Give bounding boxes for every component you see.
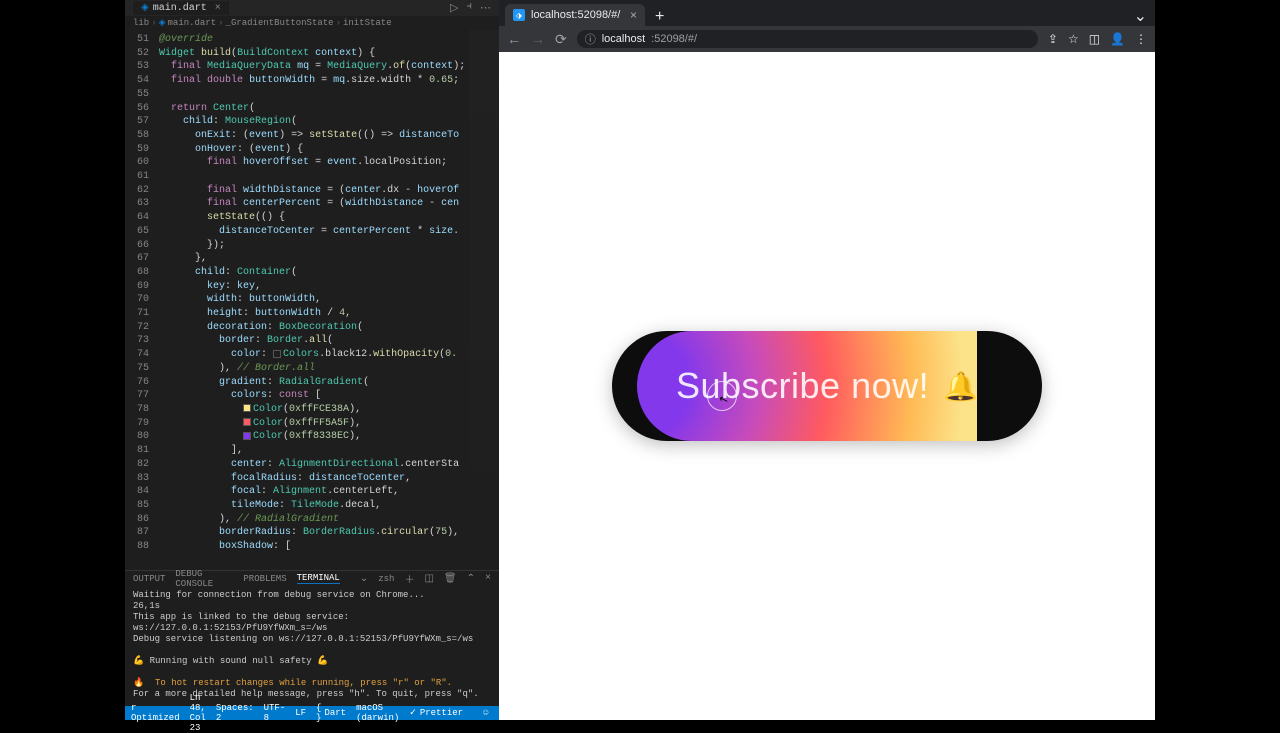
reload-button[interactable]: ⟳ bbox=[555, 31, 567, 48]
tab-output[interactable]: OUTPUT bbox=[133, 574, 165, 584]
status-eol[interactable]: LF bbox=[295, 708, 306, 718]
status-prettier[interactable]: ✓ Prettier bbox=[409, 708, 463, 718]
bookmark-icon[interactable]: ☆ bbox=[1068, 32, 1079, 46]
address-bar[interactable]: ⓘ localhost :52098/#/ bbox=[577, 30, 1038, 48]
tab-filename: main.dart bbox=[153, 3, 207, 14]
tabs-dropdown-icon[interactable]: ⌄ bbox=[1126, 6, 1155, 26]
status-encoding[interactable]: UTF-8 bbox=[264, 703, 286, 723]
vscode-editor: ◈ main.dart × ▷ ⫞ ⋯ lib› ◈main.dart› _Gr… bbox=[125, 0, 499, 720]
split-editor-icon[interactable]: ⫞ bbox=[467, 1, 473, 15]
chrome-window: ⬗ localhost:52098/#/ × + ⌄ ← → ⟳ ⓘ local… bbox=[499, 0, 1155, 720]
code-editor[interactable]: 5152535455565758596061626364656667686970… bbox=[125, 30, 499, 570]
new-terminal-icon[interactable]: ＋ bbox=[404, 571, 414, 587]
back-button[interactable]: ← bbox=[507, 31, 521, 47]
breadcrumb-seg[interactable]: main.dart bbox=[168, 18, 217, 28]
breadcrumb[interactable]: lib› ◈main.dart› _GradientButtonState› i… bbox=[125, 16, 499, 30]
dart-file-icon: ◈ bbox=[141, 2, 149, 14]
close-icon[interactable]: × bbox=[630, 8, 637, 22]
breadcrumb-seg[interactable]: initState bbox=[343, 18, 392, 28]
tab-terminal[interactable]: TERMINAL bbox=[297, 573, 340, 584]
terminal-dropdown-icon[interactable]: ⌄ bbox=[360, 573, 368, 585]
trash-icon[interactable]: 🗑 bbox=[444, 573, 457, 585]
file-tab-main-dart[interactable]: ◈ main.dart × bbox=[133, 1, 229, 15]
split-terminal-icon[interactable]: ◫ bbox=[424, 573, 433, 585]
flutter-favicon-icon: ⬗ bbox=[513, 9, 525, 21]
status-target[interactable]: macOS (darwin) bbox=[356, 703, 399, 723]
status-language[interactable]: { } Dart bbox=[316, 703, 346, 723]
status-optimized[interactable]: r Optimized bbox=[131, 703, 180, 723]
terminal-output[interactable]: Waiting for connection from debug servic… bbox=[125, 586, 499, 706]
url-rest: :52098/#/ bbox=[651, 33, 697, 45]
close-panel-icon[interactable]: × bbox=[485, 573, 491, 584]
browser-tab-strip: ⬗ localhost:52098/#/ × + ⌄ bbox=[499, 0, 1155, 26]
status-indent[interactable]: Spaces: 2 bbox=[216, 703, 254, 723]
close-icon[interactable]: × bbox=[215, 3, 221, 14]
status-bar: r Optimized Ln 48, Col 23 Spaces: 2 UTF-… bbox=[125, 706, 499, 720]
forward-button[interactable]: → bbox=[531, 31, 545, 47]
new-tab-button[interactable]: + bbox=[645, 8, 674, 26]
maximize-panel-icon[interactable]: ⌃ bbox=[467, 573, 475, 585]
bell-icon: 🔔 bbox=[943, 370, 978, 403]
minimap[interactable] bbox=[469, 30, 499, 570]
tab-problems[interactable]: PROBLEMS bbox=[243, 574, 286, 584]
site-info-icon[interactable]: ⓘ bbox=[585, 31, 596, 47]
more-icon[interactable]: ⋯ bbox=[480, 1, 491, 15]
terminal-shell[interactable]: zsh bbox=[378, 574, 394, 584]
editor-tab-bar: ◈ main.dart × ▷ ⫞ ⋯ bbox=[125, 0, 499, 16]
extensions-icon[interactable]: ◫ bbox=[1089, 32, 1100, 46]
breadcrumb-seg[interactable]: _GradientButtonState bbox=[226, 18, 334, 28]
browser-toolbar: ← → ⟳ ⓘ localhost :52098/#/ ⇪ ☆ ◫ 👤 ⋮ bbox=[499, 26, 1155, 52]
browser-tab-title: localhost:52098/#/ bbox=[531, 9, 620, 21]
run-icon[interactable]: ▷ bbox=[450, 1, 458, 15]
url-host: localhost bbox=[602, 33, 645, 45]
panel-tabs: OUTPUT DEBUG CONSOLE PROBLEMS TERMINAL ⌄… bbox=[125, 570, 499, 586]
breadcrumb-seg[interactable]: lib bbox=[133, 18, 149, 28]
status-cursor-pos[interactable]: Ln 48, Col 23 bbox=[190, 693, 206, 733]
subscribe-button[interactable]: Subscribe now! 🔔 ↖ bbox=[612, 331, 1042, 441]
share-icon[interactable]: ⇪ bbox=[1048, 32, 1058, 46]
browser-tab[interactable]: ⬗ localhost:52098/#/ × bbox=[505, 4, 645, 26]
page-content: Subscribe now! 🔔 ↖ bbox=[499, 52, 1155, 720]
profile-icon[interactable]: 👤 bbox=[1110, 32, 1125, 46]
status-feedback-icon[interactable]: ☺ bbox=[483, 708, 488, 718]
menu-icon[interactable]: ⋮ bbox=[1135, 32, 1147, 46]
